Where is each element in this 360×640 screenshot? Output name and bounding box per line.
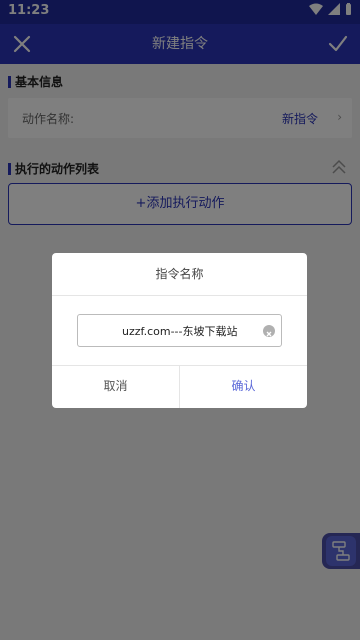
clear-icon[interactable]: [263, 325, 275, 337]
name-input-box: [77, 314, 282, 347]
name-input[interactable]: [78, 315, 281, 346]
divider: [52, 295, 307, 296]
name-dialog: 指令名称 取消 确认: [52, 253, 307, 408]
confirm-button[interactable]: 确认: [180, 365, 307, 408]
dialog-title: 指令名称: [155, 267, 204, 281]
cancel-button[interactable]: 取消: [52, 365, 179, 408]
